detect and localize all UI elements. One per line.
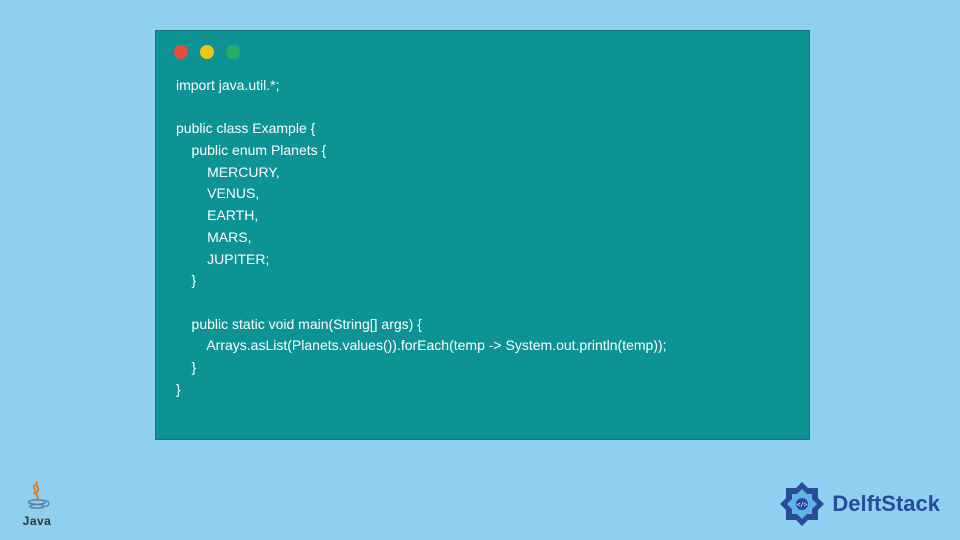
java-logo: Java [20, 478, 54, 528]
minimize-icon [200, 45, 214, 59]
window-traffic-lights [156, 31, 809, 65]
code-window: import java.util.*; public class Example… [155, 30, 810, 440]
svg-text:</>: </> [797, 502, 808, 509]
java-label: Java [23, 514, 52, 528]
delftstack-label: DelftStack [832, 491, 940, 517]
delftstack-badge-icon: </> [778, 480, 826, 528]
maximize-icon [226, 45, 240, 59]
delftstack-logo: </> DelftStack [778, 480, 940, 528]
code-block: import java.util.*; public class Example… [156, 65, 809, 420]
java-cup-icon [20, 478, 54, 512]
close-icon [174, 45, 188, 59]
